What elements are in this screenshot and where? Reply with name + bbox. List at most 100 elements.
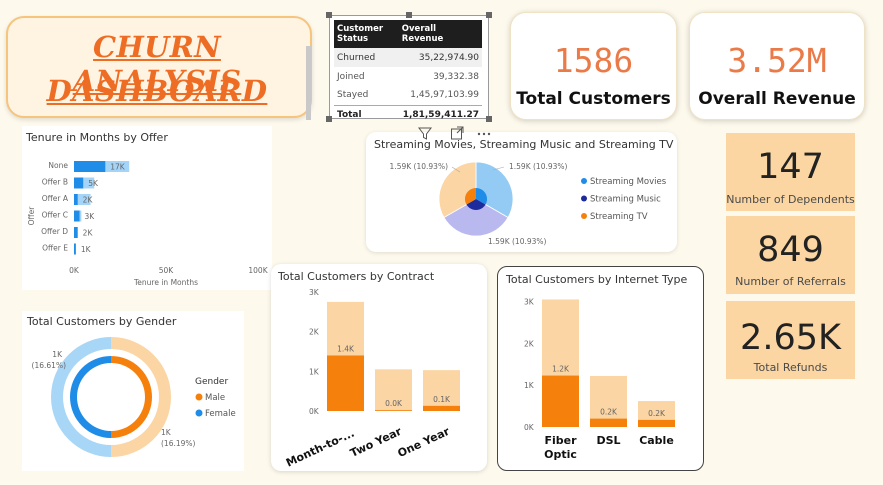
streaming-services-visual[interactable]: Streaming Movies, Streaming Music and St… — [366, 132, 677, 252]
data-label: 2K — [83, 229, 94, 238]
filter-icon[interactable] — [418, 127, 432, 140]
table-header[interactable]: Overall Revenue — [398, 20, 482, 48]
total-customers-label: Total Customers — [516, 89, 671, 109]
refunds-value: 2.65K — [740, 318, 841, 358]
legend-item: Streaming Music — [590, 195, 661, 205]
y-tick-label: 0K — [524, 423, 535, 432]
y-tick-label: 1K — [309, 367, 320, 376]
tenure-by-offer-chart: Tenure in Months by Offer Offer Tenure i… — [25, 131, 269, 287]
y-tick-label: 3K — [524, 298, 535, 307]
customers-by-contract-chart: Total Customers by Contract 0K 1K 2K 3K 1.4K… — [277, 270, 460, 470]
donut-slice — [111, 356, 152, 438]
slice-label: 1K — [161, 428, 172, 437]
dependents-card[interactable]: 147 Number of Dependents — [726, 133, 855, 211]
legend-marker — [581, 195, 587, 202]
customers-by-gender-visual[interactable]: Total Customers by Gender 1K (16.61%) 1K (1… — [22, 311, 244, 471]
table-row[interactable]: Joined 39,332.38 — [334, 67, 482, 86]
bar — [74, 210, 80, 222]
y-tick-label: Offer D — [41, 227, 68, 236]
legend-item: Streaming Movies — [590, 177, 667, 187]
tenure-by-offer-visual[interactable]: Tenure in Months by Offer Offer Tenure i… — [22, 126, 272, 290]
referrals-value: 849 — [757, 230, 824, 270]
x-tick-label: 0K — [69, 266, 80, 275]
legend-marker — [581, 178, 587, 184]
referrals-label: Number of Referrals — [735, 275, 846, 288]
x-tick-label: DSL — [596, 434, 620, 447]
legend-marker — [195, 393, 203, 401]
bar — [74, 227, 78, 238]
y-tick-label: Offer C — [42, 211, 68, 220]
table-header[interactable]: Customer Status — [334, 20, 399, 48]
more-options-icon[interactable] — [477, 132, 491, 136]
x-tick-label: Two Year — [348, 425, 404, 460]
donut-slice — [70, 356, 111, 438]
legend-marker — [581, 213, 587, 219]
total-customers-value: 1586 — [553, 41, 634, 80]
dashboard-title-box: CHURN ANALYSIS DASHBOARD — [6, 16, 312, 120]
slice-label: (16.61%) — [32, 361, 67, 370]
customers-by-internet-type-visual[interactable]: Total Customers by Internet Type 0K 1K 2K 3… — [497, 266, 704, 471]
title-scrollbar[interactable] — [306, 46, 311, 120]
y-tick-label: None — [48, 161, 68, 170]
refunds-card[interactable]: 2.65K Total Refunds — [726, 301, 855, 379]
customers-by-contract-visual[interactable]: Total Customers by Contract 0K 1K 2K 3K 1.4K… — [271, 264, 487, 471]
bar — [590, 418, 627, 427]
chart-title: Total Customers by Contract — [277, 270, 435, 283]
focus-mode-icon[interactable] — [451, 126, 464, 140]
slice-label: 1.59K (10.93%) — [488, 237, 547, 246]
data-label: 0.2K — [648, 409, 666, 418]
y-tick-label: 2K — [524, 339, 535, 348]
y-tick-label: Offer E — [42, 244, 68, 253]
legend-item: Streaming TV — [590, 212, 648, 222]
overall-revenue-card[interactable]: 3.52M Overall Revenue — [689, 12, 865, 120]
data-label: 0.0K — [385, 399, 403, 408]
overall-revenue-label: Overall Revenue — [698, 89, 856, 109]
dependents-label: Number of Dependents — [726, 193, 855, 206]
revenue-table-visual[interactable]: Customer Status Overall Revenue Churned … — [326, 12, 492, 124]
refunds-label: Total Refunds — [753, 361, 828, 374]
revenue-table: Customer Status Overall Revenue Churned … — [334, 20, 482, 124]
x-tick-label: Month-to-... — [284, 427, 356, 470]
y-tick-label: 0K — [309, 407, 320, 416]
resize-handle[interactable] — [486, 116, 492, 122]
bar — [74, 161, 106, 172]
y-tick-label: 1K — [524, 381, 535, 390]
data-label: 1.4K — [337, 344, 355, 353]
data-label: 17K — [110, 163, 126, 172]
y-tick-label: Offer B — [42, 178, 68, 187]
x-tick-label: 100K — [248, 266, 268, 275]
legend-title: Gender — [195, 377, 228, 387]
customers-by-internet-type-chart: Total Customers by Internet Type 0K 1K 2K 3… — [505, 273, 688, 461]
dependents-value: 147 — [757, 147, 824, 187]
y-tick-label: Offer A — [42, 194, 69, 203]
table-total-row[interactable]: Total 1,81,59,411.27 — [334, 104, 482, 124]
chart-title: Tenure in Months by Offer — [25, 131, 168, 144]
total-customers-card[interactable]: 1586 Total Customers — [510, 12, 677, 120]
data-label: 0.1K — [433, 395, 451, 404]
resize-handle[interactable] — [326, 12, 332, 18]
data-label: 5K — [88, 179, 99, 188]
x-tick-label: Optic — [544, 448, 577, 461]
bar — [74, 177, 84, 189]
resize-handle[interactable] — [406, 12, 412, 18]
data-label: 3K — [85, 212, 96, 221]
bar — [74, 243, 76, 255]
resize-handle[interactable] — [486, 12, 492, 18]
legend-item: Female — [205, 409, 236, 419]
visual-header-toolbar — [418, 126, 498, 142]
customers-by-gender-chart: Total Customers by Gender 1K (16.61%) 1K (1… — [26, 315, 236, 457]
data-label: 0.2K — [600, 408, 618, 417]
x-axis-label: Tenure in Months — [133, 278, 198, 287]
slice-label: (16.19%) — [161, 439, 196, 448]
table-row[interactable]: Churned 35,22,974.90 — [334, 48, 482, 67]
streaming-services-chart: Streaming Movies, Streaming Music and St… — [374, 138, 674, 246]
bar-background — [423, 370, 460, 411]
legend-item: Male — [205, 393, 225, 403]
table-row[interactable]: Stayed 1,45,97,103.99 — [334, 86, 482, 105]
data-label: 1K — [81, 245, 92, 254]
data-label: 2K — [83, 196, 94, 205]
x-tick-label: 50K — [159, 266, 175, 275]
bar — [638, 419, 675, 427]
referrals-card[interactable]: 849 Number of Referrals — [726, 216, 855, 294]
resize-handle[interactable] — [326, 116, 332, 122]
